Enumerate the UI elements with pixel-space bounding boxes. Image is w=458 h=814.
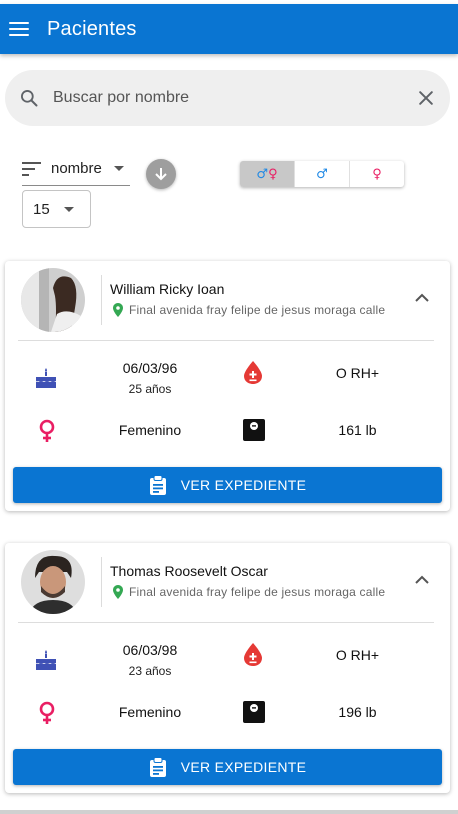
blood-drop-icon [244, 361, 262, 384]
search-bar [5, 70, 450, 126]
female-icon [39, 419, 55, 442]
view-record-label: VER EXPEDIENTE [180, 759, 307, 775]
male-icon: ♂ [256, 166, 269, 182]
chevron-up-icon[interactable] [413, 291, 431, 305]
next-card-edge [0, 810, 458, 814]
clipboard-icon [149, 475, 166, 495]
patient-name: William Ricky Ioan [110, 281, 225, 297]
patient-address: Final avenida fray felipe de jesus morag… [113, 303, 398, 317]
search-input[interactable] [53, 89, 393, 107]
age: 25 años [128, 382, 172, 396]
address-text: Final avenida fray felipe de jesus morag… [129, 303, 386, 317]
avatar [21, 550, 85, 614]
sort-icon [22, 161, 41, 176]
view-record-label: VER EXPEDIENTE [180, 477, 307, 493]
gender-filter-all[interactable]: ♂ ♀ [240, 161, 295, 187]
female-icon: ♀ [372, 166, 382, 182]
address-text: Final avenida fray felipe de jesus morag… [129, 585, 386, 599]
page-title: Pacientes [47, 17, 137, 40]
close-icon[interactable] [416, 88, 436, 108]
birthday-cake-icon [36, 650, 56, 670]
app-bar: Pacientes [0, 4, 458, 54]
arrow-down-icon [155, 168, 167, 181]
sort-direction-button[interactable] [146, 159, 176, 189]
divider [101, 557, 102, 607]
page-size-value: 15 [33, 200, 50, 218]
sort-by-select[interactable]: nombre [22, 152, 130, 186]
male-icon: ♂ [316, 166, 328, 182]
avatar [21, 268, 85, 332]
scale-icon [243, 701, 265, 723]
blood-drop-icon [244, 643, 262, 666]
chevron-down-icon [63, 206, 74, 212]
divider [101, 275, 102, 325]
blood-type: O RH+ [335, 647, 380, 663]
view-record-button[interactable]: VER EXPEDIENTE [13, 467, 442, 503]
sex: Femenino [118, 422, 182, 438]
age: 23 años [128, 664, 172, 678]
location-pin-icon [113, 303, 123, 317]
birthday-cake-icon [36, 368, 56, 388]
chevron-down-icon [113, 166, 124, 171]
female-icon [39, 701, 55, 724]
gender-filter-male[interactable]: ♂ [295, 161, 350, 187]
blood-type: O RH+ [335, 365, 380, 381]
birthdate: 06/03/96 [122, 360, 178, 376]
patient-card: Thomas Roosevelt Oscar Final avenida fra… [5, 543, 450, 793]
sex: Femenino [118, 704, 182, 720]
patient-card: William Ricky Ioan Final avenida fray fe… [5, 261, 450, 511]
birthdate: 06/03/98 [122, 642, 178, 658]
view-record-button[interactable]: VER EXPEDIENTE [13, 749, 442, 785]
chevron-up-icon[interactable] [413, 573, 431, 587]
female-icon: ♀ [268, 166, 278, 182]
divider [18, 622, 434, 623]
gender-filter-toggle: ♂ ♀ ♂ ♀ [240, 161, 404, 187]
search-icon[interactable] [19, 88, 39, 108]
patient-name: Thomas Roosevelt Oscar [110, 563, 268, 579]
scale-icon [243, 419, 265, 441]
gender-filter-female[interactable]: ♀ [350, 161, 404, 187]
page-size-select[interactable]: 15 [22, 190, 91, 228]
clipboard-icon [149, 757, 166, 777]
divider [18, 340, 434, 341]
patient-address: Final avenida fray felipe de jesus morag… [113, 585, 398, 599]
sort-by-label: nombre [51, 160, 102, 177]
weight: 161 lb [338, 422, 377, 438]
location-pin-icon [113, 585, 123, 599]
weight: 196 lb [338, 704, 377, 720]
menu-icon[interactable] [9, 22, 29, 36]
